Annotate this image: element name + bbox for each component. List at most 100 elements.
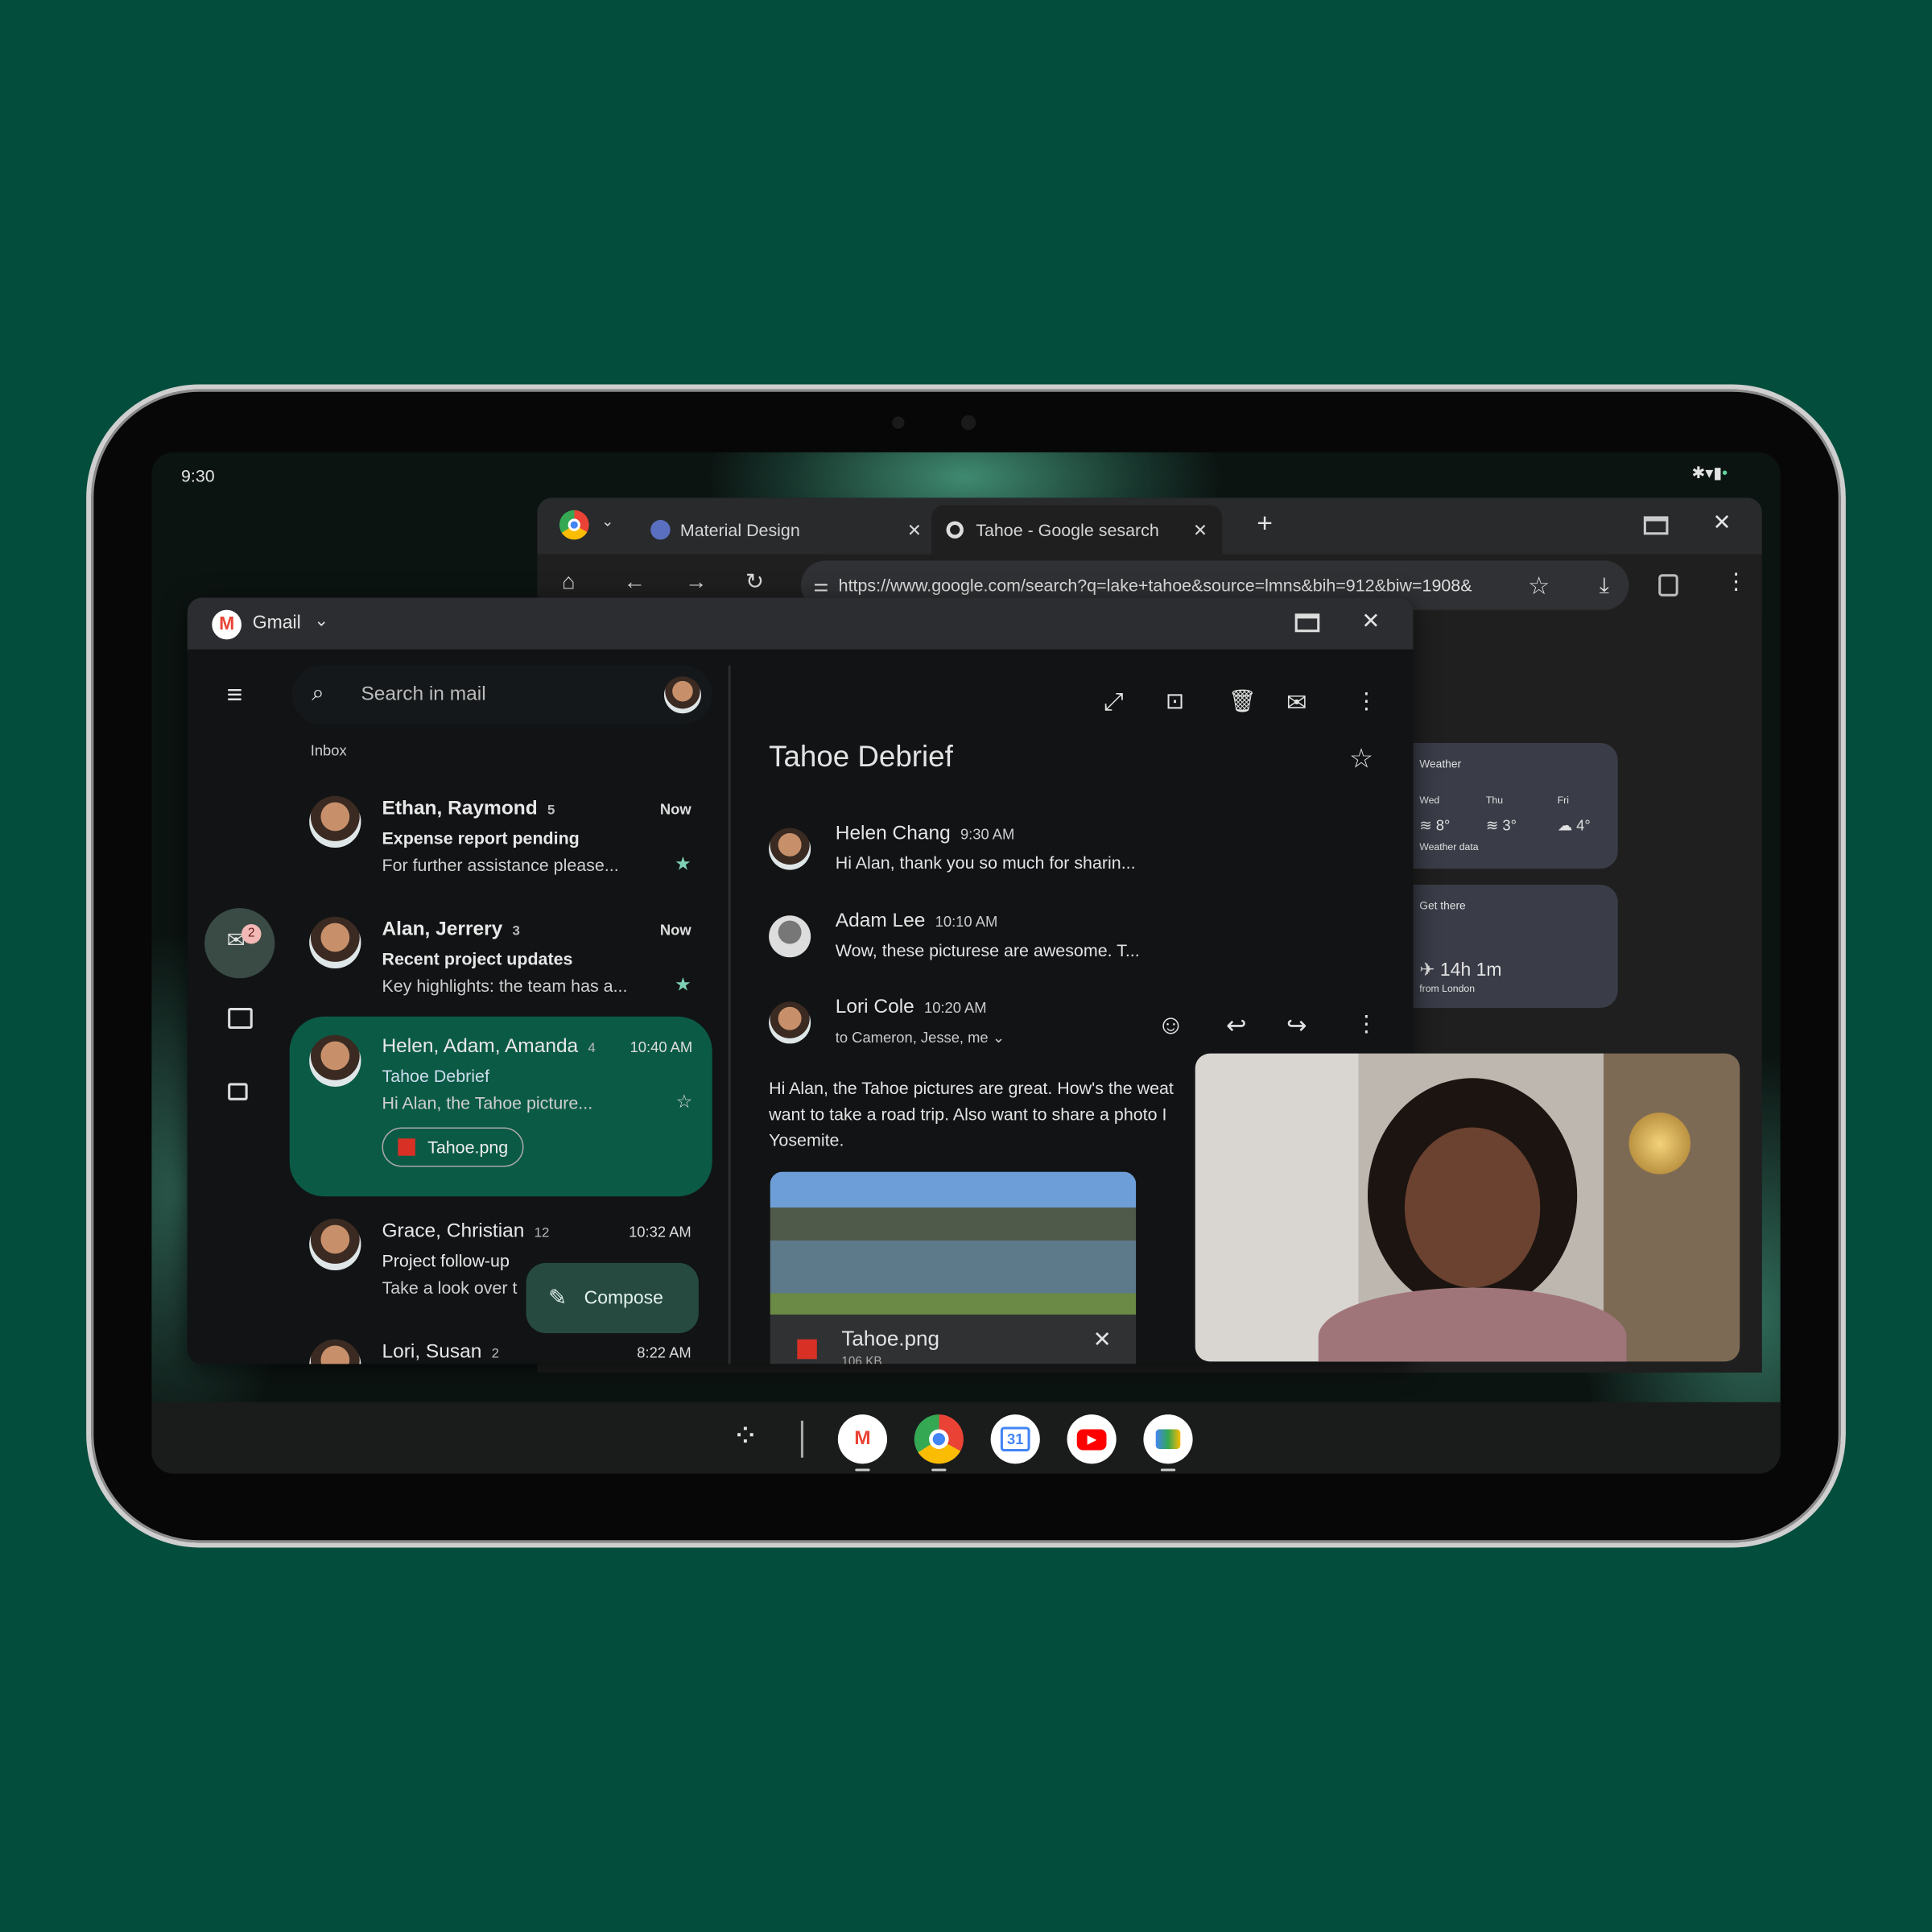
avatar xyxy=(309,795,361,848)
maximize-icon[interactable] xyxy=(1643,516,1669,535)
charging-dot-icon: • xyxy=(1722,463,1728,482)
attachment-name: Tahoe.png xyxy=(427,1137,509,1158)
maximize-icon[interactable] xyxy=(1294,613,1320,633)
more-menu-icon[interactable]: ⋮ xyxy=(1725,569,1748,595)
temp: 4° xyxy=(1576,816,1591,835)
temp: 3° xyxy=(1502,816,1517,835)
message-time: 9:30 AM xyxy=(960,825,1015,843)
meet-video-icon[interactable] xyxy=(228,1083,248,1100)
account-avatar[interactable] xyxy=(663,676,701,714)
forward-icon[interactable]: ↪ xyxy=(1286,1010,1307,1041)
thread-from: Grace, Christian xyxy=(382,1220,525,1242)
mark-unread-icon[interactable]: ✉ xyxy=(1286,687,1307,718)
bookmark-star-icon[interactable]: ☆ xyxy=(1528,570,1550,601)
chevron-down-icon[interactable]: ⌄ xyxy=(601,513,613,530)
more-options-icon[interactable]: ⋮ xyxy=(1356,689,1378,715)
reload-icon[interactable]: ↻ xyxy=(745,569,764,595)
pencil-icon: ✎ xyxy=(548,1285,568,1311)
video-call-pip[interactable] xyxy=(1195,1053,1740,1362)
thread-row-selected[interactable]: Helen, Adam, Amanda 4 10:40 AM Tahoe Debr… xyxy=(289,1016,712,1197)
gmail-logo-icon: M xyxy=(212,609,242,640)
avatar xyxy=(769,915,811,958)
pane-divider[interactable] xyxy=(728,665,731,1364)
url-text[interactable]: https://www.google.com/search?q=lake+tah… xyxy=(839,576,1472,595)
thread-count: 12 xyxy=(534,1225,550,1241)
search-bar[interactable]: ⌕ Search in mail xyxy=(291,665,712,724)
message-more-icon[interactable]: ⋮ xyxy=(1356,1012,1378,1038)
chrome-logo-icon[interactable] xyxy=(559,510,589,540)
gmail-title-bar: M Gmail ⌄ ✕ xyxy=(187,597,1414,650)
sender-name: Helen Chang xyxy=(835,823,951,844)
avatar xyxy=(769,828,811,870)
home-icon[interactable]: ⌂ xyxy=(562,569,576,595)
thread-count: 5 xyxy=(547,803,555,819)
chevron-down-icon[interactable]: ⌄ xyxy=(993,1029,1005,1046)
image-file-icon xyxy=(398,1138,415,1156)
avatar xyxy=(309,1218,361,1271)
tab-switcher-icon[interactable] xyxy=(1658,574,1678,597)
thread-row[interactable]: Lori, Susan 2 8:22 AM xyxy=(290,1335,711,1364)
close-window-icon[interactable]: ✕ xyxy=(1361,609,1380,634)
compose-button[interactable]: ✎ Compose xyxy=(526,1262,699,1334)
chevron-down-icon[interactable]: ⌄ xyxy=(314,610,328,631)
archive-icon[interactable]: ⊡ xyxy=(1166,689,1184,715)
delete-icon[interactable]: 🗑 xyxy=(1228,689,1257,715)
thread-time: 8:22 AM xyxy=(637,1344,691,1362)
expand-icon[interactable]: ⤢ xyxy=(1104,689,1123,717)
emoji-reaction-icon[interactable]: ☺ xyxy=(1157,1009,1184,1042)
close-icon[interactable]: ✕ xyxy=(1093,1327,1112,1352)
tab-close-icon[interactable]: ✕ xyxy=(1193,519,1208,540)
tab-tahoe-search[interactable]: Tahoe - Google sesarch ✕ xyxy=(931,505,1223,555)
youtube-icon: ▶ xyxy=(1076,1428,1107,1450)
attachment-chip[interactable]: Tahoe.png xyxy=(382,1127,525,1167)
star-outline-icon[interactable]: ☆ xyxy=(676,1091,693,1113)
mail-nav-button[interactable]: ✉ 2 xyxy=(204,908,275,979)
avatar xyxy=(769,1001,811,1044)
new-tab-button[interactable]: + xyxy=(1257,508,1273,540)
message-time: 10:20 AM xyxy=(924,999,987,1017)
star-filled-icon[interactable]: ★ xyxy=(675,852,691,875)
sender-name: Adam Lee xyxy=(835,910,926,932)
thread-subject: Project follow-up xyxy=(382,1250,510,1271)
dock-meet[interactable] xyxy=(1143,1414,1193,1464)
tab-material-design[interactable]: Material Design ✕ xyxy=(650,506,922,555)
chat-icon[interactable] xyxy=(228,1008,253,1030)
windy-icon: ≋ xyxy=(1419,816,1436,835)
dock-calendar[interactable]: 31 xyxy=(990,1414,1040,1464)
dock-divider xyxy=(800,1420,803,1458)
attachment-preview[interactable]: Tahoe.png 106 KB ✕ xyxy=(770,1171,1137,1364)
app-name: Gmail xyxy=(252,612,301,634)
message-expanded-header: Lori Cole 10:20 AM to Cameron, Jesse, me … xyxy=(769,997,1005,1046)
material-favicon-icon xyxy=(650,519,671,540)
google-favicon-icon xyxy=(946,521,964,539)
reply-icon[interactable]: ↩ xyxy=(1226,1010,1247,1041)
forward-icon[interactable]: → xyxy=(685,569,708,595)
thread-subject: Expense report pending xyxy=(382,828,580,848)
thread-snippet: Key highlights: the team has a... xyxy=(382,976,628,996)
travel-card[interactable]: Get there ✈ 14h 1m from London xyxy=(1392,884,1618,1009)
message-collapsed[interactable]: Adam Lee 10:10 AM Wow, these picturese ar… xyxy=(769,910,1140,960)
dock-youtube[interactable]: ▶ xyxy=(1067,1414,1117,1464)
back-icon[interactable]: ← xyxy=(623,569,646,595)
site-settings-icon[interactable]: ⚌ xyxy=(813,575,828,596)
star-filled-icon[interactable]: ★ xyxy=(675,973,691,996)
thread-time: Now xyxy=(659,921,691,939)
app-launcher-icon[interactable]: ⁘ xyxy=(732,1417,758,1455)
menu-icon[interactable]: ≡ xyxy=(227,679,243,711)
thread-row[interactable]: Ethan, Raymond 5 Now Expense report pendi… xyxy=(290,791,711,914)
compose-label: Compose xyxy=(584,1287,663,1309)
dock-gmail[interactable]: M xyxy=(837,1414,888,1464)
image-file-icon xyxy=(797,1339,817,1360)
star-outline-icon[interactable]: ☆ xyxy=(1349,743,1373,775)
windy-icon: ≋ xyxy=(1485,816,1503,835)
weather-card[interactable]: Weather Wed Thu Fri ≋ 8° ≋ 3° ☁ 4° Weath… xyxy=(1392,742,1618,869)
message-collapsed[interactable]: Helen Chang 9:30 AM Hi Alan, thank you so… xyxy=(769,823,1136,873)
dock-chrome[interactable] xyxy=(914,1414,964,1464)
front-camera xyxy=(960,415,976,431)
day-label: Thu xyxy=(1485,795,1504,807)
close-window-icon[interactable]: ✕ xyxy=(1713,510,1732,536)
download-icon[interactable]: ⤓ xyxy=(1600,572,1609,598)
temp: 8° xyxy=(1435,816,1451,835)
tab-close-icon[interactable]: ✕ xyxy=(907,519,922,540)
participant-face xyxy=(1404,1127,1541,1288)
